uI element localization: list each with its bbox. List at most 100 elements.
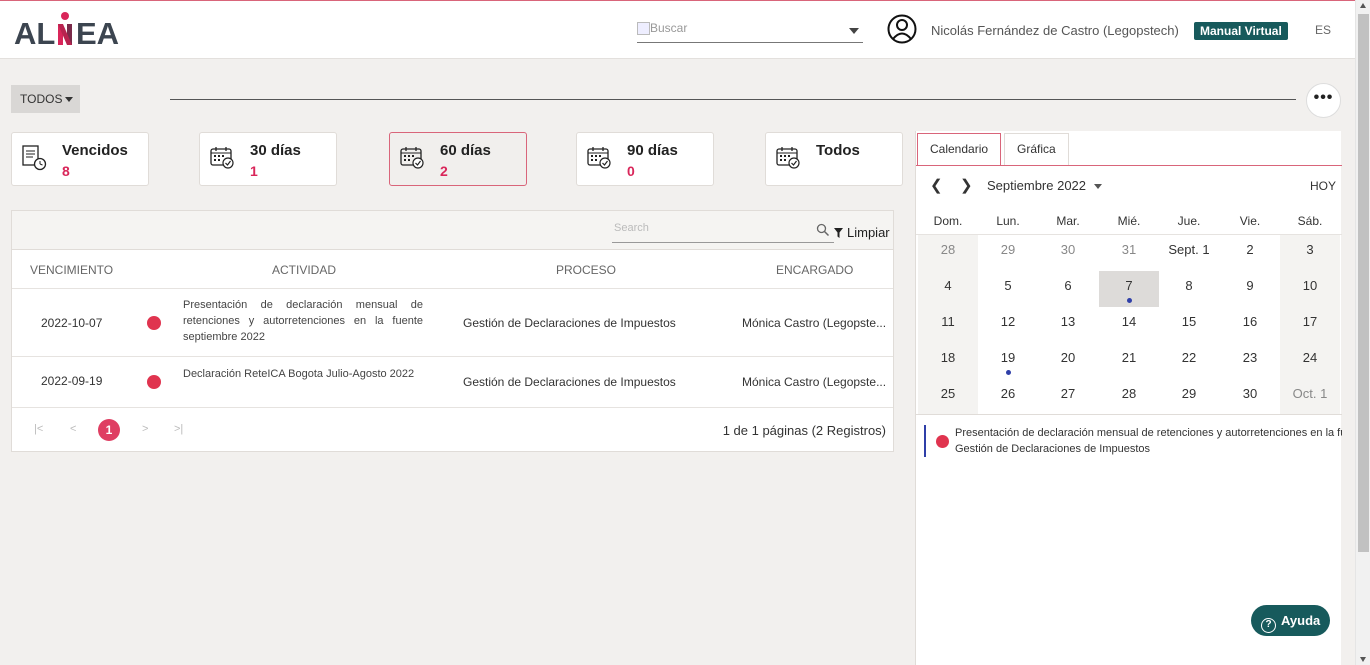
app-header: AL EA Buscar Nicolás Fernández de Castro… xyxy=(0,1,1355,59)
calendar-day[interactable]: 8 xyxy=(1159,271,1219,307)
row-activity[interactable]: Declaración ReteICA Bogota Julio-Agosto … xyxy=(183,366,423,382)
calendar-day[interactable]: Sept. 1 xyxy=(1159,235,1219,271)
calendar-day[interactable]: 18 xyxy=(918,343,978,379)
calendar-day[interactable]: 4 xyxy=(918,271,978,307)
card-label: Todos xyxy=(816,142,860,159)
event-marker xyxy=(1006,370,1011,375)
calendar-day[interactable]: 23 xyxy=(1220,343,1280,379)
page-1-button[interactable]: 1 xyxy=(98,419,120,441)
calendar-day[interactable]: 15 xyxy=(1159,307,1219,343)
calendar-day[interactable]: 11 xyxy=(918,307,978,343)
calendar-check-icon xyxy=(776,147,800,169)
calendar-day[interactable]: 29 xyxy=(1159,379,1219,415)
calendar-day[interactable]: 25 xyxy=(918,379,978,415)
day-number: 26 xyxy=(1000,386,1016,401)
row-activity[interactable]: Presentación de declaración mensual de r… xyxy=(183,297,423,345)
calendar-day[interactable]: 7 xyxy=(1099,271,1159,307)
column-header-proceso[interactable]: PROCESO xyxy=(556,263,616,277)
day-number: 7 xyxy=(1125,278,1133,293)
calendar-day[interactable]: Oct. 1 xyxy=(1280,379,1340,415)
calendar-day[interactable]: 19 xyxy=(978,343,1038,379)
calendar-day[interactable]: 20 xyxy=(1038,343,1098,379)
month-selector[interactable]: Septiembre 2022 xyxy=(987,178,1102,193)
table-search-input[interactable]: Search xyxy=(612,221,834,243)
calendar-day[interactable]: 22 xyxy=(1159,343,1219,379)
calendar-day[interactable]: 30 xyxy=(1038,235,1098,271)
search-icon[interactable] xyxy=(816,223,830,237)
first-page-button[interactable]: |< xyxy=(34,423,43,435)
tab-calendario[interactable]: Calendario xyxy=(917,133,1002,165)
calendar-day[interactable]: 31 xyxy=(1099,235,1159,271)
calendar-day[interactable]: 29 xyxy=(978,235,1038,271)
status-dot xyxy=(147,316,161,330)
card-label: Vencidos xyxy=(62,142,128,159)
global-search[interactable]: Buscar xyxy=(637,21,863,43)
summary-card[interactable]: 60 días 2 xyxy=(389,132,527,186)
alinea-logo[interactable]: AL EA xyxy=(14,9,129,51)
next-page-button[interactable]: > xyxy=(142,423,148,435)
calendar-event-item[interactable]: Presentación de declaración mensual de r… xyxy=(924,425,1342,457)
prev-month-icon[interactable]: ❮ xyxy=(930,176,943,194)
day-number: 9 xyxy=(1246,278,1254,293)
prev-page-button[interactable]: < xyxy=(70,423,76,435)
calendar-day[interactable]: 13 xyxy=(1038,307,1098,343)
document-clock-icon xyxy=(22,145,47,171)
calendar-day[interactable]: 6 xyxy=(1038,271,1098,307)
card-count: 1 xyxy=(250,163,258,179)
column-header-actividad[interactable]: ACTIVIDAD xyxy=(272,263,336,277)
clear-filters-label: Limpiar xyxy=(847,225,890,240)
summary-card[interactable]: 90 días 0 xyxy=(576,132,714,186)
calendar-day[interactable]: 9 xyxy=(1220,271,1280,307)
calendar-day[interactable]: 24 xyxy=(1280,343,1340,379)
last-page-button[interactable]: >| xyxy=(174,423,183,435)
summary-card[interactable]: 30 días 1 xyxy=(199,132,337,186)
day-number: 10 xyxy=(1302,278,1318,293)
calendar-day[interactable]: 27 xyxy=(1038,379,1098,415)
more-options-button[interactable]: ••• xyxy=(1306,83,1341,118)
tab-grafica[interactable]: Gráfica xyxy=(1004,133,1069,165)
help-icon: ? xyxy=(1261,618,1276,633)
calendar-day[interactable]: 28 xyxy=(1099,379,1159,415)
calendar-day[interactable]: 14 xyxy=(1099,307,1159,343)
calendar-day[interactable]: 21 xyxy=(1099,343,1159,379)
scroll-down-icon[interactable] xyxy=(1360,657,1366,662)
clear-filters-button[interactable]: Limpiar xyxy=(834,225,890,240)
event-list-divider xyxy=(916,414,1342,415)
row-divider xyxy=(12,407,893,408)
calendar-day[interactable]: 26 xyxy=(978,379,1038,415)
language-selector[interactable]: ES xyxy=(1315,23,1331,37)
calendar-day[interactable]: 28 xyxy=(918,235,978,271)
manual-virtual-button[interactable]: Manual Virtual xyxy=(1194,22,1288,40)
summary-card[interactable]: Todos xyxy=(765,132,903,186)
user-name[interactable]: Nicolás Fernández de Castro (Legopstech) xyxy=(931,23,1179,38)
chevron-down-icon[interactable] xyxy=(849,28,859,34)
event-process: Gestión de Declaraciones de Impuestos xyxy=(955,443,1151,455)
calendar-day[interactable]: 2 xyxy=(1220,235,1280,271)
day-number: 24 xyxy=(1302,350,1318,365)
weekday-label: Vie. xyxy=(1239,214,1261,228)
calendar-day[interactable]: 30 xyxy=(1220,379,1280,415)
calendar-day[interactable]: 3 xyxy=(1280,235,1340,271)
day-number: 6 xyxy=(1064,278,1072,293)
scrollbar-thumb[interactable] xyxy=(1358,14,1369,552)
next-month-icon[interactable]: ❯ xyxy=(960,176,973,194)
help-button[interactable]: ? Ayuda xyxy=(1251,605,1330,636)
calendar-day[interactable]: 5 xyxy=(978,271,1038,307)
today-button[interactable]: HOY xyxy=(1310,179,1336,193)
row-date: 2022-09-19 xyxy=(41,374,103,388)
scroll-up-icon[interactable] xyxy=(1360,3,1366,8)
calendar-day[interactable]: 16 xyxy=(1220,307,1280,343)
day-number: Oct. 1 xyxy=(1292,386,1328,401)
page-scrollbar[interactable] xyxy=(1355,0,1370,665)
column-header-encargado[interactable]: ENCARGADO xyxy=(776,263,853,277)
calendar-day[interactable]: 17 xyxy=(1280,307,1340,343)
filter-icon xyxy=(834,228,843,238)
summary-card[interactable]: Vencidos 8 xyxy=(11,132,149,186)
calendar-day[interactable]: 10 xyxy=(1280,271,1340,307)
card-count: 2 xyxy=(440,163,448,179)
user-avatar-icon[interactable] xyxy=(887,14,917,44)
calendar-day[interactable]: 12 xyxy=(978,307,1038,343)
column-header-vencimiento[interactable]: VENCIMIENTO xyxy=(30,263,113,277)
todos-dropdown[interactable]: TODOS xyxy=(11,85,80,113)
row-process: Gestión de Declaraciones de Impuestos xyxy=(463,375,676,389)
